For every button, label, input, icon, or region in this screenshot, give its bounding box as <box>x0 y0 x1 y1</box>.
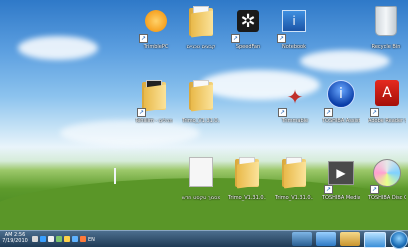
taskbar-folder-button[interactable] <box>340 232 360 246</box>
system-clock[interactable]: AM 2:56 7/19/2010 <box>2 232 28 244</box>
icon-label: Tehillim - ספר תהלים <box>135 118 173 124</box>
folder-zip-icon[interactable]: Trimo_V1.31.0... <box>182 78 220 136</box>
cloud <box>60 120 200 146</box>
info-graphic: i <box>282 10 306 32</box>
play-graphic: ▶ <box>328 161 354 185</box>
shortcut-arrow-icon: ↗ <box>324 108 333 117</box>
toshiba-assist-icon[interactable]: i ↗ TOSHIBA Assist <box>322 78 360 136</box>
disc-graphic <box>373 159 401 187</box>
assist-graphic: i <box>327 80 355 108</box>
media-player-icon[interactable]: ▶ ↗ TOSHIBA Media Controller <box>322 155 360 213</box>
action-center-icon[interactable] <box>64 236 70 242</box>
icon-label: Trimmable <box>281 118 309 124</box>
folder-icon[interactable]: Trimo_V1.31.0... <box>275 155 313 213</box>
battery-icon[interactable] <box>56 236 62 242</box>
icon-label: TrimblePC <box>143 44 169 50</box>
folder-icon[interactable]: Trimo_V1.31.0... <box>228 155 266 213</box>
icon-label: Trimo_V1.31.0... <box>228 195 266 201</box>
shortcut-arrow-icon: ↗ <box>231 34 240 43</box>
icon-label: Recycle Bin <box>371 44 401 50</box>
icon-label: SpeedFan <box>235 44 261 50</box>
adobe-reader-icon[interactable]: A ↗ Adobe Reader 9 <box>368 78 406 136</box>
shortcut-arrow-icon: ↗ <box>277 34 286 43</box>
folder-graphic <box>189 80 213 112</box>
shortcut-arrow-icon: ↗ <box>370 185 379 194</box>
trimble-icon[interactable]: ↗ TrimblePC <box>137 4 175 62</box>
document-icon[interactable]: מסמך טקסט חדש <box>182 155 220 213</box>
icon-label: Notebook <box>281 44 307 50</box>
network-icon[interactable] <box>40 236 46 242</box>
icon-label: קבצים טכניים <box>186 44 216 50</box>
show-hidden-icons-icon[interactable] <box>32 236 38 242</box>
icon-label: מסמך טקסט חדש <box>182 195 220 201</box>
taskbar-explorer-button[interactable] <box>292 232 312 246</box>
taskbar-ie-button[interactable] <box>316 232 336 246</box>
shortcut-arrow-icon: ↗ <box>370 108 379 117</box>
bin-graphic <box>375 6 397 36</box>
document-graphic <box>189 157 213 187</box>
folder-icon[interactable]: ↗ Tehillim - ספר תהלים <box>135 78 173 136</box>
language-indicator[interactable]: EN <box>88 236 95 243</box>
fan-graphic: ✲ <box>237 10 259 32</box>
volume-icon[interactable] <box>48 236 54 242</box>
notepad-icon[interactable]: i ↗ Notebook <box>275 4 313 62</box>
wind-turbine <box>114 168 116 184</box>
shortcut-arrow-icon: ↗ <box>139 34 148 43</box>
icon-label: TOSHIBA Assist <box>322 118 360 124</box>
cloud <box>18 36 98 60</box>
shortcut-arrow-icon: ↗ <box>137 108 146 117</box>
folder-graphic <box>189 6 213 38</box>
adobe-graphic: A <box>375 80 399 106</box>
compass-graphic: ✦ <box>286 85 304 109</box>
start-button[interactable] <box>390 231 408 249</box>
icon-label: Trimo_V1.31.0... <box>275 195 313 201</box>
icon-label: Trimo_V1.31.0... <box>182 118 220 124</box>
folder-icon[interactable]: קבצים טכניים <box>182 4 220 62</box>
icon-label: Adobe Reader 9 <box>368 118 406 124</box>
icon-label: TOSHIBA Disc Creator <box>368 195 406 201</box>
folder-graphic <box>282 157 306 189</box>
bluetooth-icon[interactable] <box>72 236 78 242</box>
compass-icon[interactable]: ✦ ↗ Trimmable <box>276 78 314 136</box>
taskbar: AM 2:56 7/19/2010 EN <box>0 230 408 249</box>
shortcut-arrow-icon: ↗ <box>278 108 287 117</box>
recycle-bin-icon[interactable]: Recycle Bin <box>367 4 405 62</box>
speedfan-icon[interactable]: ✲ ↗ SpeedFan <box>229 4 267 62</box>
desktop: ↗ TrimblePC קבצים טכניים ✲ ↗ SpeedFan i … <box>0 0 408 230</box>
shortcut-arrow-icon: ↗ <box>324 185 333 194</box>
trimble-icon-graphic <box>145 10 167 32</box>
icon-label: TOSHIBA Media Controller <box>322 195 360 201</box>
folder-graphic <box>142 80 166 112</box>
folder-graphic <box>235 157 259 189</box>
system-tray: EN <box>32 235 95 243</box>
clock-date: 7/19/2010 <box>2 238 28 244</box>
disc-creator-icon[interactable]: ↗ TOSHIBA Disc Creator <box>368 155 406 213</box>
security-icon[interactable] <box>80 236 86 242</box>
